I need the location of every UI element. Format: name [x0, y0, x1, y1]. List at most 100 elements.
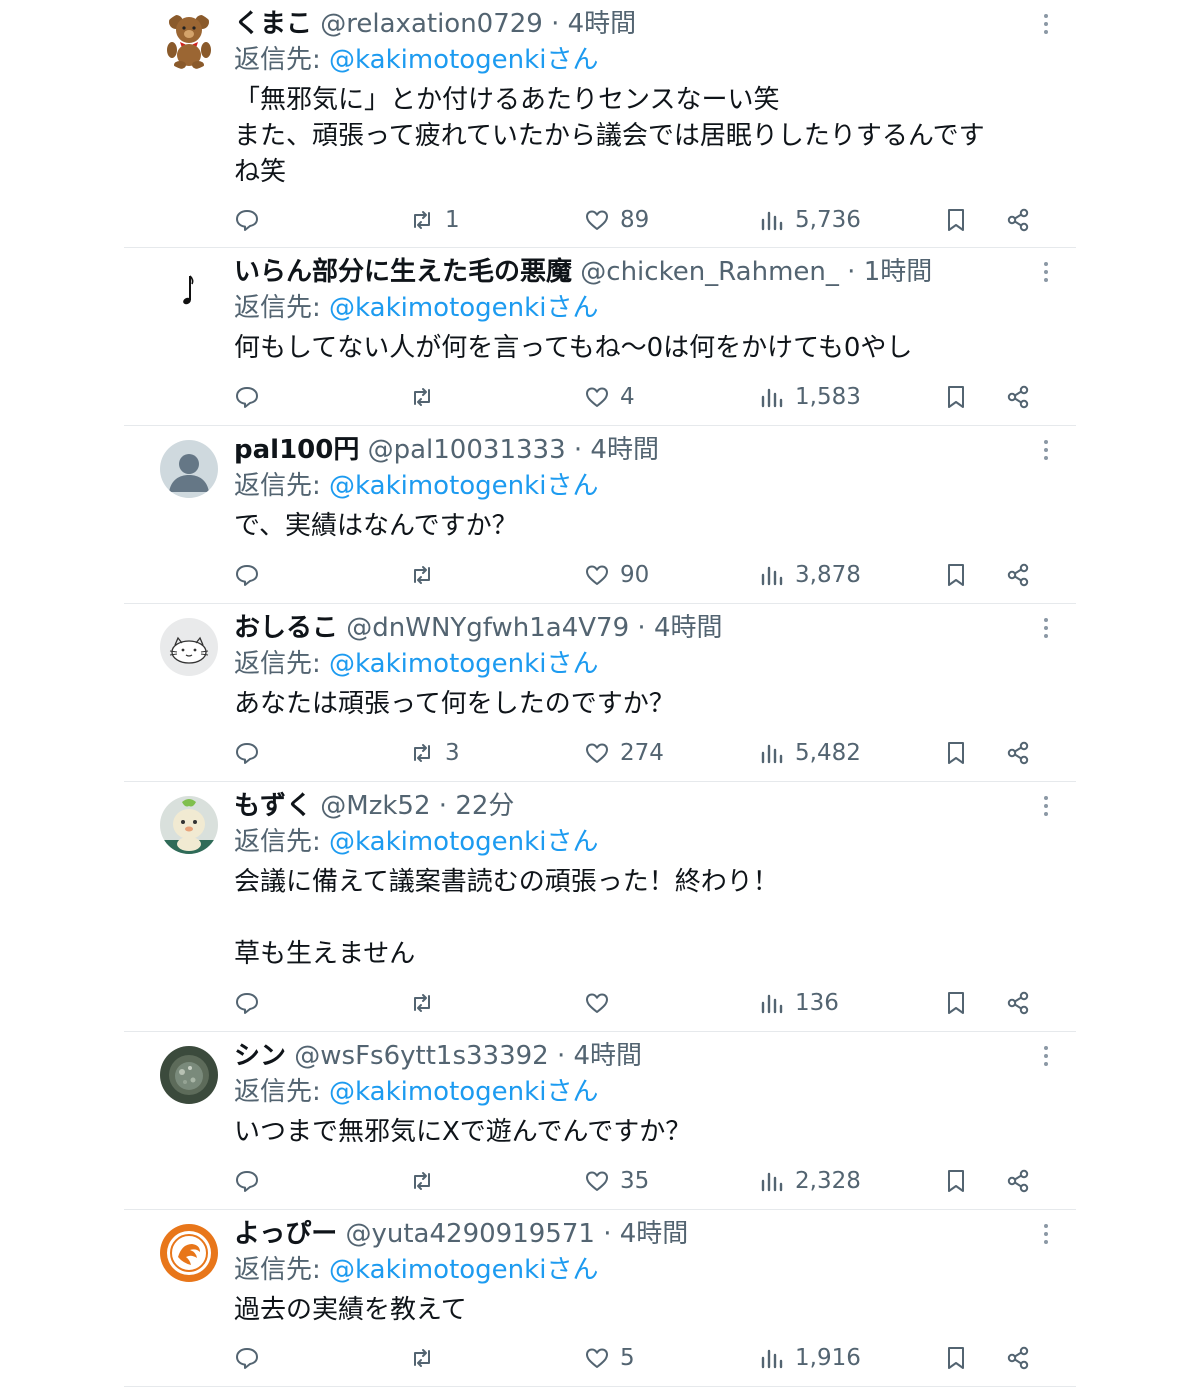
share-button[interactable]: [1005, 379, 1031, 415]
share-button[interactable]: [1005, 735, 1031, 771]
reply-tweet[interactable]: いらん部分に生えた毛の悪魔 @chicken_Rahmen_ · 1時間 返信先…: [124, 248, 1076, 426]
reply-mention-link[interactable]: @kakimotogenkiさん: [329, 45, 598, 75]
share-button[interactable]: [1005, 1340, 1031, 1376]
timestamp[interactable]: 4時間: [590, 435, 659, 465]
user-handle[interactable]: @yuta4290919571: [346, 1219, 595, 1249]
like-button[interactable]: 89: [584, 202, 649, 238]
display-name[interactable]: pal100円: [234, 435, 359, 465]
reply-button[interactable]: [234, 202, 270, 238]
retweet-button[interactable]: 3: [409, 735, 460, 771]
avatar[interactable]: [160, 1224, 218, 1282]
user-handle[interactable]: @pal10031333: [368, 435, 566, 465]
like-button[interactable]: 90: [584, 557, 649, 593]
share-button[interactable]: [1005, 985, 1031, 1021]
like-button[interactable]: 5: [584, 1340, 635, 1376]
bookmark-button[interactable]: [943, 202, 969, 238]
avatar[interactable]: [160, 12, 218, 70]
reply-button[interactable]: [234, 1340, 270, 1376]
reply-mention-link[interactable]: @kakimotogenkiさん: [329, 827, 598, 857]
reply-mention-link[interactable]: @kakimotogenkiさん: [329, 471, 598, 501]
retweet-button[interactable]: 1: [409, 202, 460, 238]
bookmark-button[interactable]: [943, 557, 969, 593]
more-options-icon[interactable]: [1042, 794, 1050, 818]
bookmark-button[interactable]: [943, 735, 969, 771]
reply-button[interactable]: [234, 379, 270, 415]
more-options-icon[interactable]: [1042, 260, 1050, 284]
share-button[interactable]: [1005, 557, 1031, 593]
reply-button[interactable]: [234, 557, 270, 593]
like-button[interactable]: 35: [584, 1163, 649, 1199]
display-name[interactable]: よっぴー: [234, 1219, 337, 1249]
display-name[interactable]: くまこ: [234, 9, 312, 39]
separator-dot: ·: [438, 791, 448, 821]
more-options-icon[interactable]: [1042, 1044, 1050, 1068]
timestamp[interactable]: 4時間: [574, 1041, 643, 1071]
like-button[interactable]: [584, 985, 620, 1021]
views-button[interactable]: 2,328: [759, 1163, 861, 1199]
timestamp[interactable]: 1時間: [864, 257, 933, 287]
timestamp[interactable]: 22分: [455, 791, 514, 821]
user-handle[interactable]: @wsFs6ytt1s33392: [294, 1041, 548, 1071]
reply-mention-link[interactable]: @kakimotogenkiさん: [329, 649, 598, 679]
reply-mention-link[interactable]: @kakimotogenkiさん: [329, 1077, 598, 1107]
reply-tweet[interactable]: pal100円 @pal10031333 · 4時間 返信先: @kakimot…: [124, 426, 1076, 604]
more-options-icon[interactable]: [1042, 616, 1050, 640]
more-options-icon[interactable]: [1042, 438, 1050, 462]
reply-mention-link[interactable]: @kakimotogenkiさん: [329, 293, 598, 323]
timestamp[interactable]: 4時間: [620, 1219, 689, 1249]
retweet-button[interactable]: [409, 1163, 445, 1199]
reply-button[interactable]: [234, 985, 270, 1021]
bookmark-button[interactable]: [943, 1163, 969, 1199]
retweet-button[interactable]: [409, 985, 445, 1021]
views-button[interactable]: 5,482: [759, 735, 861, 771]
timestamp[interactable]: 4時間: [568, 9, 637, 39]
reply-tweet[interactable]: もずく @Mzk52 · 22分 返信先: @kakimotogenkiさん 会…: [124, 782, 1076, 1032]
reply-tweet[interactable]: よっぴー @yuta4290919571 · 4時間 返信先: @kakimot…: [124, 1210, 1076, 1387]
action-bar: 35 2,328: [234, 1163, 1076, 1199]
more-options-icon[interactable]: [1042, 12, 1050, 36]
reply-mention-link[interactable]: @kakimotogenkiさん: [329, 1255, 598, 1285]
separator-dot: ·: [551, 9, 560, 39]
views-button[interactable]: 5,736: [759, 202, 861, 238]
views-button[interactable]: 1,916: [759, 1340, 861, 1376]
views-chart-icon: [761, 388, 783, 408]
reply-button[interactable]: [234, 1163, 270, 1199]
avatar[interactable]: [160, 262, 218, 320]
user-handle[interactable]: @dnWNYgfwh1a4V79: [346, 613, 629, 643]
share-button[interactable]: [1005, 202, 1031, 238]
retweet-button[interactable]: [409, 379, 445, 415]
share-button[interactable]: [1005, 1163, 1031, 1199]
avatar[interactable]: [160, 618, 218, 676]
display-name[interactable]: シン: [234, 1041, 286, 1071]
retweet-button[interactable]: [409, 1340, 445, 1376]
reply-to-line: 返信先: @kakimotogenkiさん: [234, 1252, 1076, 1288]
reply-tweet[interactable]: シン @wsFs6ytt1s33392 · 4時間 返信先: @kakimoto…: [124, 1032, 1076, 1210]
bookmark-button[interactable]: [943, 379, 969, 415]
bookmark-button[interactable]: [943, 985, 969, 1021]
views-button[interactable]: 1,583: [759, 379, 861, 415]
views-button[interactable]: 136: [759, 985, 839, 1021]
user-handle[interactable]: @Mzk52: [320, 791, 430, 821]
reply-button[interactable]: [234, 735, 270, 771]
user-handle[interactable]: @relaxation0729: [320, 9, 543, 39]
display-name[interactable]: いらん部分に生えた毛の悪魔: [234, 257, 572, 287]
user-handle[interactable]: @chicken_Rahmen_: [580, 257, 839, 287]
cat-sketch-avatar-icon: [160, 618, 218, 676]
retweet-button[interactable]: [409, 557, 445, 593]
like-button[interactable]: 274: [584, 735, 664, 771]
like-button[interactable]: 4: [584, 379, 635, 415]
reply-tweet[interactable]: おしるこ @dnWNYgfwh1a4V79 · 4時間 返信先: @kakimo…: [124, 604, 1076, 782]
views-button[interactable]: 3,878: [759, 557, 861, 593]
timestamp[interactable]: 4時間: [654, 613, 723, 643]
share-icon: [1007, 991, 1029, 1015]
reply-tweet[interactable]: くまこ @relaxation0729 · 4時間 返信先: @kakimoto…: [124, 0, 1076, 248]
display-name[interactable]: もずく: [234, 791, 312, 821]
more-options-icon[interactable]: [1042, 1222, 1050, 1246]
avatar[interactable]: [160, 796, 218, 854]
bookmark-button[interactable]: [943, 1340, 969, 1376]
avatar[interactable]: [160, 440, 218, 498]
views-count: 2,328: [795, 1168, 861, 1194]
share-icon: [1007, 563, 1029, 587]
display-name[interactable]: おしるこ: [234, 613, 338, 643]
avatar[interactable]: [160, 1046, 218, 1104]
